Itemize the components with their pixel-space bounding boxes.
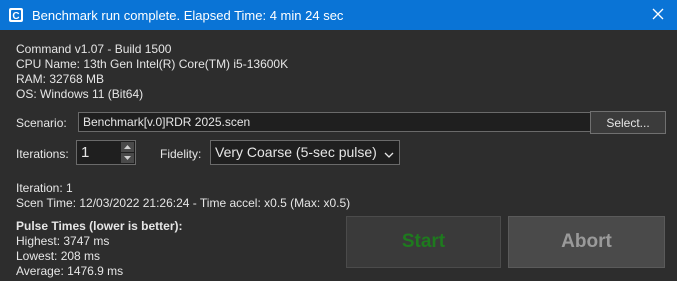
scen-time-status: Scen Time: 12/03/2022 21:26:24 - Time ac… [16,196,351,210]
decrement-button[interactable] [121,153,134,163]
close-button[interactable] [639,0,677,30]
stepper-buttons [121,142,134,163]
close-icon [652,8,664,23]
chevron-down-icon [384,148,394,162]
start-button[interactable]: Start [346,216,501,268]
increment-button[interactable] [121,142,134,152]
fidelity-value: Very Coarse (5-sec pulse) [215,144,377,160]
cpu-name: CPU Name: 13th Gen Intel(R) Core(TM) i5-… [16,57,289,71]
fidelity-select[interactable]: Very Coarse (5-sec pulse) [210,140,400,165]
iterations-stepper[interactable]: 1 [76,140,136,165]
svg-text:C: C [12,11,19,22]
chevron-down-icon [124,156,131,160]
abort-button[interactable]: Abort [508,216,665,268]
pulse-average: Average: 1476.9 ms [16,264,124,278]
iterations-value[interactable]: 1 [81,144,89,161]
iterations-label: Iterations: [16,147,69,161]
iteration-status: Iteration: 1 [16,181,73,195]
os-info: OS: Windows 11 (Bit64) [16,87,144,101]
scenario-field[interactable] [78,112,591,132]
pulse-highest: Highest: 3747 ms [16,234,110,248]
ram-info: RAM: 32768 MB [16,72,105,86]
select-scenario-button[interactable]: Select... [590,111,666,134]
app-icon: C [8,7,24,23]
command-version: Command v1.07 - Build 1500 [16,42,172,56]
pulse-times-heading: Pulse Times (lower is better): [16,219,183,233]
chevron-up-icon [124,145,131,149]
pulse-lowest: Lowest: 208 ms [16,249,101,263]
window-title: Benchmark run complete. Elapsed Time: 4 … [32,8,344,23]
fidelity-label: Fidelity: [160,147,202,161]
scenario-label: Scenario: [16,116,67,130]
title-bar: C Benchmark run complete. Elapsed Time: … [0,0,677,30]
benchmark-window: C Benchmark run complete. Elapsed Time: … [0,0,677,281]
